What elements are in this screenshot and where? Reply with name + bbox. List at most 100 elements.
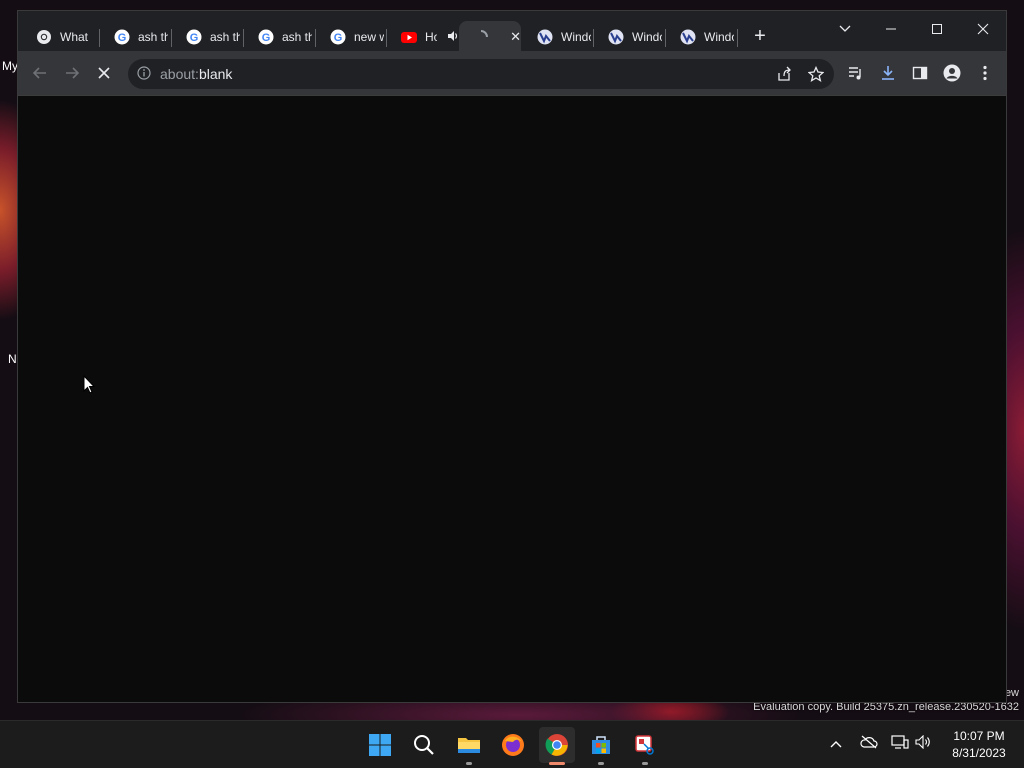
svg-text:G: G: [262, 32, 271, 44]
profile-button[interactable]: [942, 63, 962, 83]
minimize-icon: [886, 28, 896, 30]
close-icon: [98, 67, 110, 79]
side-panel-icon: [912, 66, 928, 80]
tab[interactable]: Ho: [387, 21, 459, 53]
back-button[interactable]: [30, 63, 50, 83]
url-host: blank: [198, 66, 233, 82]
google-icon: G: [186, 29, 202, 45]
cloud-off-icon: [860, 735, 878, 749]
firefox-icon: [502, 734, 524, 756]
close-window-button[interactable]: [963, 15, 1003, 43]
desktop-icon-label[interactable]: My: [2, 59, 18, 73]
forward-button[interactable]: [62, 63, 82, 83]
downloads-button[interactable]: [878, 63, 898, 83]
start-button[interactable]: [362, 727, 398, 763]
speaker-icon[interactable]: [447, 30, 459, 45]
windows-ai-icon: [537, 29, 553, 45]
svg-text:G: G: [190, 32, 199, 44]
tab-title: Windo: [632, 30, 662, 44]
tab[interactable]: G new w: [316, 21, 384, 53]
firefox-button[interactable]: [495, 727, 531, 763]
chevron-down-icon: [839, 25, 851, 32]
tab-title: I: [497, 30, 498, 44]
search-button[interactable]: [406, 727, 442, 763]
address-bar[interactable]: about:blank: [128, 59, 834, 89]
tab-title: ash th: [282, 30, 312, 44]
page-viewport[interactable]: [18, 96, 1006, 702]
youtube-icon: [401, 29, 417, 45]
tab[interactable]: Windo: [523, 21, 591, 53]
snipping-tool-icon: [635, 735, 654, 755]
media-control-button[interactable]: [846, 63, 866, 83]
maximize-icon: [932, 24, 942, 34]
svg-text:G: G: [118, 32, 127, 44]
new-tab-button[interactable]: +: [750, 26, 770, 46]
url-text[interactable]: about:blank: [160, 66, 232, 82]
store-icon: [592, 736, 610, 754]
tab-title: Windo: [704, 30, 734, 44]
clock[interactable]: 10:07 PM 8/31/2023: [940, 728, 1018, 762]
store-button[interactable]: [583, 727, 619, 765]
search-icon: [414, 735, 434, 755]
tab[interactable]: Windo: [594, 21, 662, 53]
mouse-cursor-icon: [83, 374, 96, 397]
minimize-button[interactable]: [871, 15, 911, 43]
tab[interactable]: What: [22, 21, 94, 53]
file-explorer-icon: [458, 738, 480, 753]
maximize-button[interactable]: [917, 15, 957, 43]
chrome-taskbar-button[interactable]: [539, 727, 575, 765]
tab-title: What: [60, 30, 89, 44]
close-icon: [977, 23, 989, 35]
menu-button[interactable]: [975, 63, 995, 83]
network-icon: [891, 735, 909, 749]
taskbar: 10:07 PM 8/31/2023: [0, 720, 1024, 768]
tab-strip: What G ash th G ash th G ash th G new w …: [18, 11, 1006, 53]
onedrive-button[interactable]: [860, 735, 878, 752]
stop-loading-button[interactable]: [94, 63, 114, 83]
desktop-icon-label[interactable]: N: [8, 352, 17, 366]
chrome-icon: [36, 29, 52, 45]
profile-icon: [943, 64, 961, 82]
arrow-left-icon: [32, 67, 46, 79]
share-icon[interactable]: [776, 66, 792, 85]
tab-separator: [737, 29, 738, 47]
google-icon: G: [330, 29, 346, 45]
windows-ai-icon: [680, 29, 696, 45]
info-icon[interactable]: [137, 66, 151, 83]
clock-date: 8/31/2023: [952, 746, 1006, 760]
star-icon[interactable]: [807, 65, 825, 85]
google-icon: G: [114, 29, 130, 45]
google-icon: G: [258, 29, 274, 45]
watermark-partial: ew: [1004, 687, 1019, 699]
download-icon: [882, 66, 894, 80]
tab-search-button[interactable]: [825, 15, 865, 43]
show-hidden-icons-button[interactable]: [830, 737, 842, 751]
tab-title: ash th: [210, 30, 240, 44]
tab[interactable]: G ash th: [100, 21, 168, 53]
file-explorer-button[interactable]: [451, 727, 487, 765]
music-queue-icon: [849, 67, 861, 80]
tab-title: ash th: [138, 30, 168, 44]
network-button[interactable]: [891, 735, 909, 752]
tab-title: new w: [354, 30, 384, 44]
tab-title: Ho: [425, 30, 437, 44]
chrome-icon: [545, 734, 568, 756]
svg-text:G: G: [334, 32, 343, 44]
side-panel-button[interactable]: [910, 63, 930, 83]
close-icon[interactable]: ✕: [510, 29, 521, 45]
url-scheme: about:: [160, 66, 199, 82]
browser-window: What G ash th G ash th G ash th G new w …: [17, 10, 1007, 703]
browser-toolbar: about:blank: [18, 51, 1006, 95]
start-icon: [369, 734, 391, 756]
tab[interactable]: G ash th: [172, 21, 240, 53]
chevron-up-icon: [830, 741, 842, 748]
clock-time: 10:07 PM: [953, 729, 1005, 743]
loading-icon: [473, 29, 489, 45]
tab-active[interactable]: I ✕: [459, 21, 521, 53]
windows-ai-icon: [608, 29, 624, 45]
tab[interactable]: G ash th: [244, 21, 312, 53]
volume-button[interactable]: [915, 734, 931, 752]
snipping-tool-button[interactable]: [627, 727, 663, 765]
more-vertical-icon: [983, 65, 987, 81]
tab[interactable]: Windo: [666, 21, 734, 53]
